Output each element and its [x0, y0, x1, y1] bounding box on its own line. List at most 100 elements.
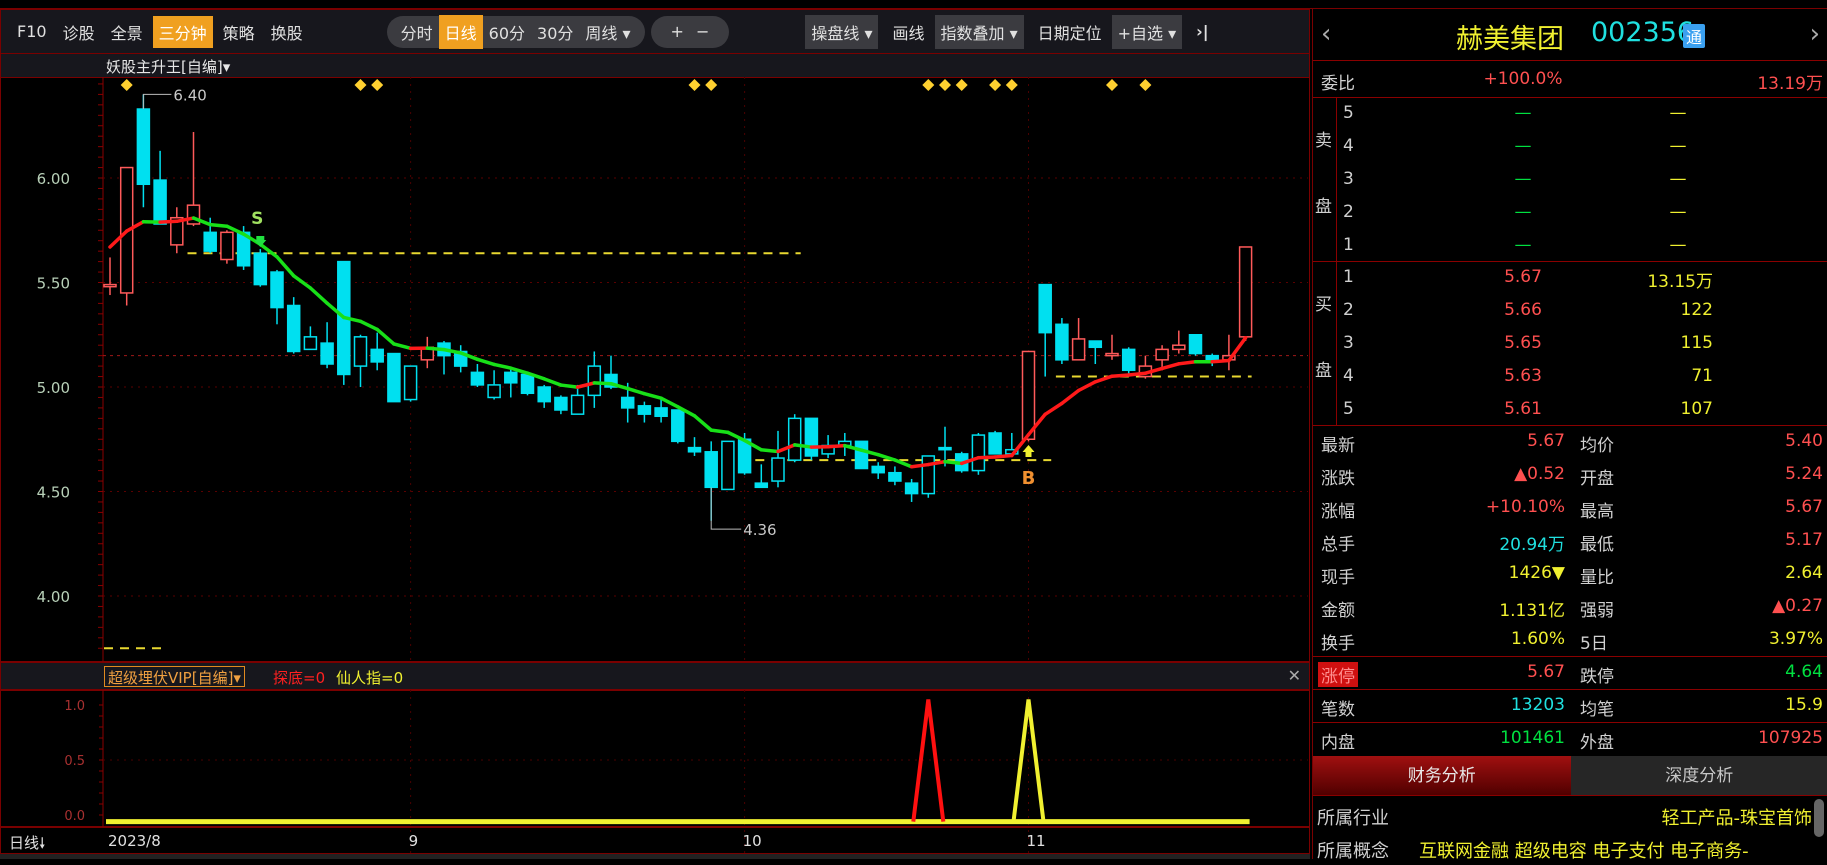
candle — [304, 326, 316, 349]
sell-level-row[interactable]: 4 — — — [1313, 131, 1827, 164]
candle-body — [922, 456, 934, 494]
stat-label: 最低 — [1580, 530, 1614, 555]
sell-level-row[interactable]: 5 — — — [1313, 98, 1827, 131]
trend-line-segment — [377, 329, 394, 343]
diamond-signal-icon — [922, 79, 934, 91]
candle — [1123, 347, 1135, 374]
candle-body — [505, 372, 517, 382]
candle — [271, 270, 283, 324]
stat-label: 现手 — [1321, 563, 1355, 588]
candle-body — [1089, 341, 1101, 347]
sell-arrow-icon — [256, 236, 264, 240]
candle — [1106, 335, 1118, 360]
stat-label: 5日 — [1580, 629, 1608, 654]
candle — [254, 249, 266, 287]
buy-level-row[interactable]: 4 5.63 71 — [1313, 361, 1827, 394]
candle-body — [321, 343, 333, 364]
stat-row: 涨幅 +10.10% 最高 5.67 — [1313, 492, 1827, 525]
sell-level-row[interactable]: 2 — — — [1313, 197, 1827, 230]
next-stock-icon[interactable]: › — [1810, 19, 1820, 49]
candle — [789, 414, 801, 462]
scrollbar[interactable] — [1814, 799, 1824, 837]
candle-body — [1156, 349, 1168, 359]
prev-stock-icon[interactable]: ‹ — [1321, 19, 1331, 49]
diamond-signal-icon — [705, 79, 717, 91]
stat-value: 5.40 — [1653, 431, 1823, 451]
stat-label: 涨幅 — [1321, 497, 1355, 522]
high-price-label: 6.40 — [173, 86, 206, 104]
sell-price: — — [1473, 136, 1573, 156]
candle-body — [405, 366, 417, 399]
level-number: 2 — [1343, 300, 1354, 320]
industry-value[interactable]: 轻工产品-珠宝首饰 — [1662, 804, 1813, 830]
avg-trade-label: 均笔 — [1580, 695, 1614, 720]
candle-body — [872, 466, 884, 472]
candle-body — [906, 483, 918, 493]
candle-body — [1073, 339, 1085, 360]
quote-header: ‹ 赫美集团 002356 通 › — [1313, 9, 1827, 61]
candle-body — [388, 354, 400, 402]
stat-row: 总手 20.94万 最低 5.17 — [1313, 525, 1827, 558]
diamond-signal-icon — [121, 79, 133, 91]
trend-line-segment — [828, 446, 845, 447]
buy-level-row[interactable]: 2 5.66 122 — [1313, 295, 1827, 328]
candle — [856, 441, 868, 468]
concept-value[interactable]: 互联网金融 超级电容 电子支付 电子商务- — [1419, 837, 1749, 863]
trend-line-segment — [945, 462, 962, 464]
trend-line-segment — [711, 430, 728, 432]
trend-line-segment — [978, 457, 995, 458]
concept-label: 所属概念 — [1317, 837, 1389, 863]
trend-line-segment — [761, 450, 778, 452]
buy-level-row[interactable]: 5 5.61 107 — [1313, 394, 1827, 427]
y-tick-label: 4.50 — [37, 484, 70, 502]
trend-line-segment — [995, 456, 1012, 457]
sell-level-row[interactable]: 3 — — — [1313, 164, 1827, 197]
candle-body — [705, 452, 717, 488]
trades-label: 笔数 — [1321, 695, 1355, 720]
stock-name: 赫美集团 — [1456, 17, 1564, 56]
candle-body — [488, 385, 500, 398]
buy-level-row[interactable]: 1 5.67 13.15万 — [1313, 262, 1827, 295]
stat-label: 最新 — [1321, 431, 1355, 456]
sell-level-row[interactable]: 1 — — — [1313, 230, 1827, 263]
trend-line-segment — [494, 364, 511, 368]
buy-volume: 13.15万 — [1613, 267, 1713, 292]
candle-body — [856, 441, 868, 468]
stat-row: 涨跌 ▲0.52 开盘 5.24 — [1313, 459, 1827, 492]
trend-line-segment — [361, 321, 378, 329]
trend-line-segment — [561, 385, 578, 387]
limit-up-value: 5.67 — [1413, 662, 1565, 682]
level-number: 5 — [1343, 103, 1354, 123]
stat-value: 2.64 — [1653, 563, 1823, 583]
candle-body — [1123, 349, 1135, 370]
buy-signal-label: B — [1022, 468, 1036, 489]
sell-price: — — [1473, 169, 1573, 189]
candle-body — [939, 448, 951, 450]
candle — [388, 354, 400, 402]
stat-value: 3.97% — [1653, 629, 1823, 649]
outer-label: 外盘 — [1580, 728, 1614, 753]
outer-value: 107925 — [1653, 728, 1823, 748]
level-number: 1 — [1343, 267, 1354, 287]
buy-level-row[interactable]: 3 5.65 115 — [1313, 328, 1827, 361]
candle-body — [1039, 285, 1051, 333]
tab-deep-analysis[interactable]: 深度分析 — [1571, 756, 1827, 795]
buy-price: 5.66 — [1473, 300, 1573, 320]
stock-code: 002356 — [1591, 17, 1694, 48]
candle — [1240, 247, 1252, 341]
sell-volume: — — [1648, 202, 1708, 222]
candle-body — [555, 397, 567, 410]
candle — [438, 341, 450, 374]
candle — [1190, 335, 1202, 356]
diamond-signal-icon — [355, 79, 367, 91]
trend-line-segment — [644, 394, 661, 399]
buy-price: 5.63 — [1473, 366, 1573, 386]
candle-body — [221, 232, 233, 259]
trend-line-segment — [912, 465, 929, 467]
tab-financial-analysis[interactable]: 财务分析 — [1313, 756, 1571, 795]
candle — [722, 441, 734, 489]
stat-value: 5.24 — [1653, 464, 1823, 484]
sell-volume: — — [1648, 103, 1708, 123]
y-tick-label: 5.50 — [37, 275, 70, 293]
sub-y-tick-label: 0.0 — [64, 809, 85, 824]
